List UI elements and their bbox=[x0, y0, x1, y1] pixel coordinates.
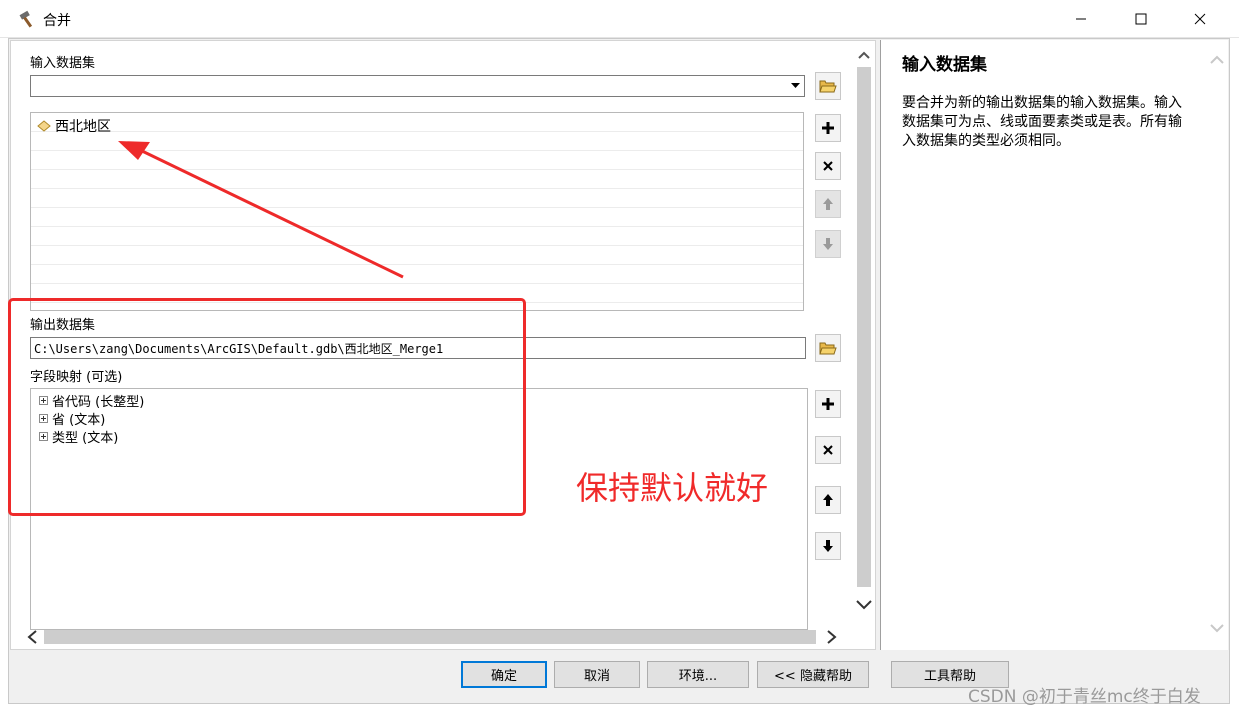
watermark: CSDN @初于青丝mc终于白发 bbox=[968, 687, 1201, 707]
annotation-note: 保持默认就好 bbox=[576, 469, 769, 507]
annotation-box bbox=[8, 298, 526, 516]
